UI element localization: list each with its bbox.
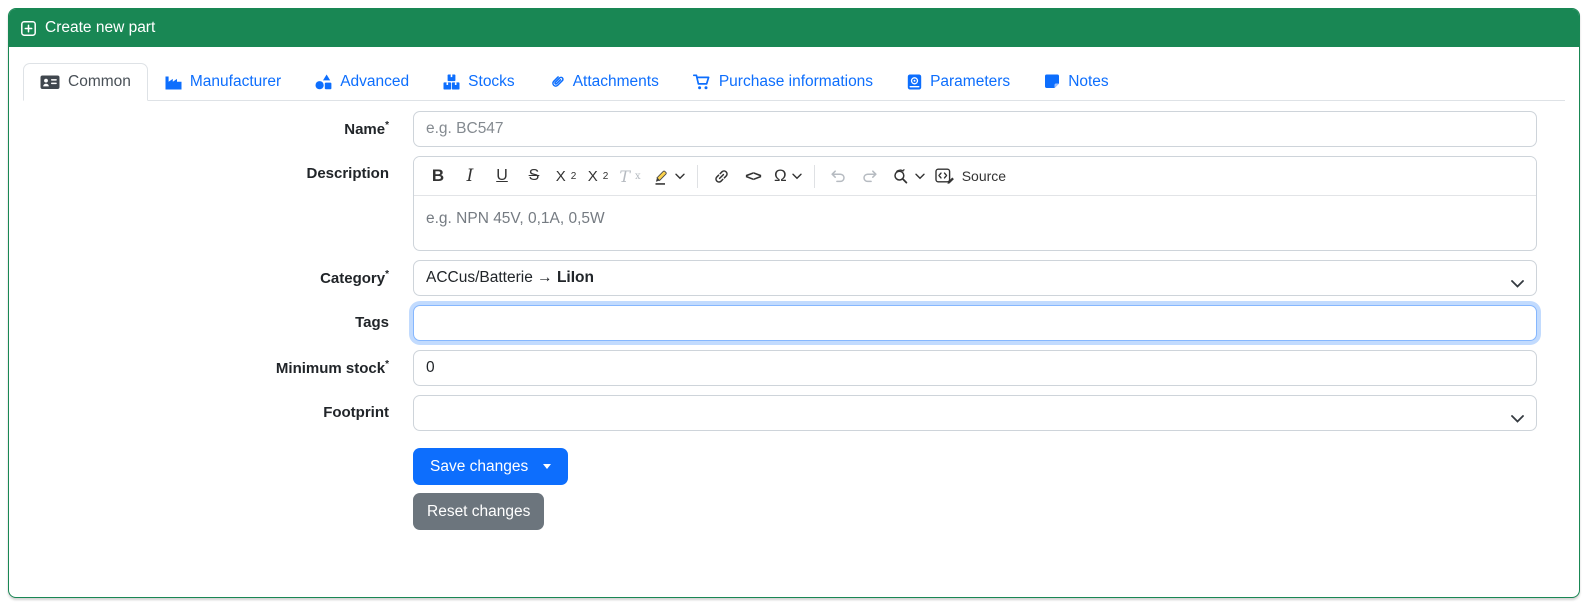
- italic-button[interactable]: I: [455, 161, 485, 191]
- minimum-stock-label: Minimum stock*: [275, 359, 389, 377]
- tab-attachments[interactable]: Attachments: [532, 63, 676, 101]
- tags-row: Tags: [23, 305, 1537, 341]
- description-row: Description B I U S X2 X2 Tx <> Ω Source…: [23, 156, 1537, 251]
- special-characters-button[interactable]: Ω: [770, 161, 806, 191]
- tab-label: Manufacturer: [189, 73, 282, 90]
- tab-advanced[interactable]: Advanced: [298, 63, 426, 101]
- tab-parameters[interactable]: Parameters: [890, 63, 1027, 101]
- find-replace-button[interactable]: [887, 161, 929, 191]
- create-part-form: Name* Description B I U: [23, 101, 1565, 530]
- redo-button[interactable]: [855, 161, 885, 191]
- tab-label: Common: [68, 73, 131, 90]
- reset-row: Reset changes: [23, 493, 1537, 530]
- required-marker: *: [385, 120, 389, 131]
- toolbar-separator: [813, 164, 815, 188]
- undo-icon: [829, 168, 847, 184]
- shopping-cart-icon: [692, 74, 711, 90]
- tab-label: Attachments: [572, 73, 659, 90]
- superscript-button[interactable]: X2: [583, 161, 613, 191]
- tab-notes[interactable]: Notes: [1027, 63, 1126, 101]
- shapes-icon: [315, 74, 332, 90]
- description-editor: B I U S X2 X2 Tx <> Ω Source e.g. NPN 45…: [413, 156, 1537, 251]
- strikethrough-button[interactable]: S: [519, 161, 549, 191]
- link-icon: [712, 167, 731, 186]
- name-row: Name*: [23, 111, 1537, 147]
- tab-bar: Common Manufacturer Advanced Stocks Atta…: [23, 63, 1565, 101]
- save-row: Save changes: [23, 448, 1537, 485]
- toolbar-separator: [697, 164, 698, 188]
- find-replace-icon: [891, 167, 910, 186]
- chevron-down-icon: [792, 173, 802, 180]
- tab-common[interactable]: Common: [23, 63, 148, 101]
- tab-label: Advanced: [340, 73, 410, 90]
- card-header: Create new part: [9, 9, 1579, 47]
- tab-purchase-informations[interactable]: Purchase informations: [676, 63, 890, 101]
- category-select[interactable]: ACCus/Batterie → LiIon: [413, 260, 1537, 296]
- bold-button[interactable]: B: [423, 161, 453, 191]
- tab-stocks[interactable]: Stocks: [426, 63, 532, 101]
- highlight-pen-icon: [651, 167, 670, 186]
- plus-square-icon: [21, 20, 36, 36]
- tab-label: Stocks: [468, 73, 515, 90]
- category-label: Category*: [320, 269, 389, 287]
- subscript-button[interactable]: X2: [551, 161, 581, 191]
- source-label: Source: [961, 168, 1007, 184]
- category-value: ACCus/Batterie → LiIon: [426, 269, 594, 286]
- create-part-card: Create new part Common Manufacturer Adva…: [8, 8, 1580, 598]
- footprint-label: Footprint: [323, 404, 389, 421]
- tab-label: Purchase informations: [718, 73, 874, 90]
- chevron-down-icon: [675, 173, 685, 180]
- link-button[interactable]: [706, 161, 736, 191]
- remove-format-button[interactable]: Tx: [615, 161, 645, 191]
- source-icon: [935, 167, 955, 185]
- category-row: Category* ACCus/Batterie → LiIon: [23, 260, 1537, 296]
- redo-icon: [861, 168, 879, 184]
- boxes-stacked-icon: [443, 74, 460, 90]
- address-card-icon: [40, 74, 60, 90]
- description-label: Description: [306, 165, 389, 182]
- minimum-stock-input[interactable]: [413, 350, 1537, 386]
- source-button[interactable]: Source: [931, 161, 1010, 191]
- minimum-stock-row: Minimum stock*: [23, 350, 1537, 386]
- footprint-row: Footprint: [23, 395, 1537, 431]
- paperclip-icon: [549, 74, 565, 90]
- sticky-note-icon: [1044, 74, 1060, 90]
- editor-toolbar: B I U S X2 X2 Tx <> Ω Source: [414, 157, 1536, 196]
- tab-label: Notes: [1068, 73, 1109, 90]
- tags-input[interactable]: [413, 305, 1537, 341]
- tags-label: Tags: [355, 314, 389, 331]
- undo-button[interactable]: [823, 161, 853, 191]
- chevron-down-icon: [915, 173, 925, 180]
- required-marker: *: [385, 359, 389, 370]
- description-input[interactable]: e.g. NPN 45V, 0,1A, 0,5W: [414, 196, 1536, 250]
- underline-button[interactable]: U: [487, 161, 517, 191]
- chevron-down-icon: [1511, 275, 1524, 293]
- book-atlas-icon: [907, 74, 922, 90]
- required-marker: *: [385, 269, 389, 280]
- chevron-down-icon: [1511, 410, 1524, 428]
- highlight-button[interactable]: [647, 161, 689, 191]
- tab-manufacturer[interactable]: Manufacturer: [148, 63, 298, 101]
- tab-label: Parameters: [930, 73, 1011, 90]
- reset-button[interactable]: Reset changes: [413, 493, 545, 530]
- name-input[interactable]: [413, 111, 1537, 147]
- page-title: Create new part: [45, 19, 156, 36]
- save-button[interactable]: Save changes: [413, 448, 569, 485]
- footprint-select[interactable]: [413, 395, 1537, 431]
- code-button[interactable]: <>: [738, 161, 768, 191]
- name-label: Name*: [344, 120, 389, 138]
- factory-icon: [165, 74, 182, 90]
- caret-down-icon: [543, 464, 552, 469]
